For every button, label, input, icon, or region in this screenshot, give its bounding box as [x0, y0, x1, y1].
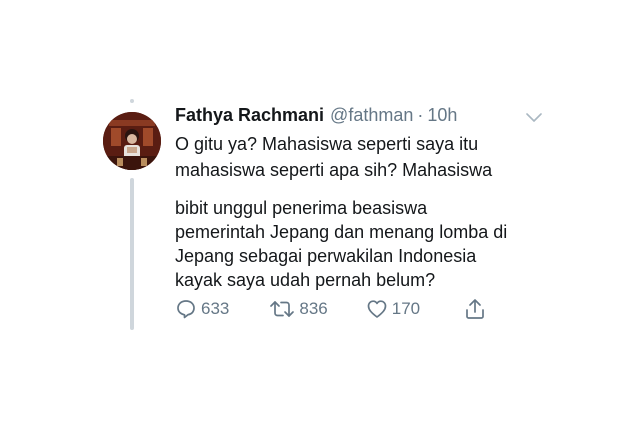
author-name[interactable]: Fathya Rachmani [175, 105, 324, 126]
thread-line [130, 178, 134, 330]
tweet-text-line: Jepang sebagai perwakilan Indonesia [175, 246, 477, 266]
tweet-text-line: pemerintah Jepang dan menang lomba di [175, 222, 508, 242]
retweet-count: 836 [299, 299, 328, 318]
like-icon [367, 300, 387, 318]
reply-button[interactable]: 633 [175, 298, 229, 320]
chevron-down-icon[interactable] [526, 113, 542, 123]
tweet-timestamp[interactable]: 10h [427, 105, 457, 126]
tweet-text-line: bibit unggul penerima beasiswa [175, 198, 428, 218]
share-button[interactable] [464, 298, 486, 320]
thread-connector-dot [130, 99, 134, 103]
like-count: 170 [391, 299, 421, 318]
tweet-text-line: mahasiswa seperti apa sih? Mahasiswa [175, 160, 493, 180]
author-handle[interactable]: @fathman [330, 105, 413, 126]
tweet[interactable]: Fathya Rachmani @fathman · 10h O gitu ya… [0, 0, 644, 430]
tweet-text-line: O gitu ya? Mahasiswa seperti saya itu [175, 134, 479, 154]
reply-count: 633 [201, 299, 230, 318]
reply-icon [177, 300, 195, 319]
share-icon [466, 299, 484, 319]
tweet-text-line: kayak saya udah pernah belum? [175, 270, 436, 290]
like-button[interactable]: 170 [366, 298, 420, 320]
tweet-header: Fathya Rachmani @fathman · 10h [175, 105, 457, 131]
tweet-actions: 633 836 170 [175, 296, 486, 322]
avatar[interactable] [103, 112, 161, 170]
retweet-button[interactable]: 836 [269, 298, 328, 320]
retweet-icon [270, 301, 295, 317]
header-separator: · [417, 105, 424, 125]
